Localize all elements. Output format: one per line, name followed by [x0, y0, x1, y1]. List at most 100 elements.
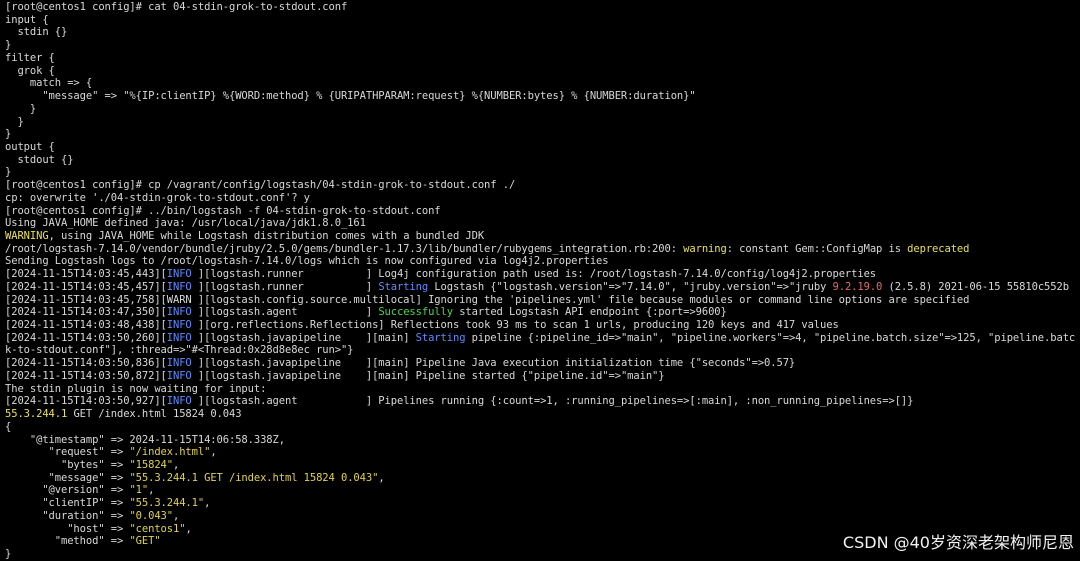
- terminal-text-segment: [root@centos1 config]# cat 04-stdin-grok…: [5, 1, 348, 13]
- terminal-text-segment: "1": [129, 484, 149, 497]
- terminal-text-segment: "duration" =>: [5, 509, 130, 522]
- terminal-text-segment: INFO: [166, 369, 192, 382]
- terminal-text-segment: Sending Logstash logs to /root/logstash-…: [5, 255, 609, 268]
- terminal-line: "clientIP" => "55.3.244.1",: [5, 497, 210, 510]
- terminal-line: [2024-11-15T14:03:47,350][INFO ][logstas…: [5, 306, 727, 319]
- terminal-text-segment: [2024-11-15T14:03:50,260][: [5, 331, 167, 344]
- terminal-text-segment: "host" =>: [5, 522, 130, 535]
- terminal-text-segment: ,: [185, 522, 192, 535]
- terminal-line: [root@centos1 config]# cat 04-stdin-grok…: [5, 1, 347, 14]
- terminal-text-segment: 55.3.244.1: [5, 408, 68, 420]
- terminal-text-segment: "GET": [129, 535, 161, 548]
- terminal-text-segment: GET /index.html 15824 0.043: [67, 408, 242, 420]
- terminal-text-segment: (2.5.8) 2021-06-15 55810c552b: [882, 280, 1070, 293]
- terminal-line: grok {: [5, 64, 55, 78]
- terminal-text-segment: filter {: [5, 51, 55, 64]
- terminal-text-segment: ][logstash.runner ]: [191, 280, 379, 293]
- terminal-text-segment: The stdin plugin is now waiting for inpu…: [5, 382, 267, 395]
- terminal-text-segment: INFO: [166, 280, 192, 293]
- terminal-line: [2024-11-15T14:03:50,836][INFO ][logstas…: [5, 357, 795, 370]
- terminal-line: [2024-11-15T14:03:45,443][INFO ][logstas…: [5, 268, 876, 281]
- terminal-line: cp: overwrite './04-stdin-grok-to-stdout…: [5, 192, 310, 205]
- terminal-text-segment: cp: overwrite './04-stdin-grok-to-stdout…: [5, 191, 310, 204]
- terminal-text-segment: INFO: [166, 306, 192, 319]
- terminal-line: }: [5, 128, 11, 141]
- terminal-text-segment: "55.3.244.1": [129, 497, 205, 510]
- terminal-text-segment: input {: [5, 13, 49, 26]
- terminal-text-segment: stdin {}: [5, 26, 68, 39]
- terminal-line: [2024-11-15T14:03:50,927][INFO ][logstas…: [5, 395, 913, 408]
- terminal-text-segment: "@version" =>: [5, 484, 130, 497]
- terminal-text-segment: "bytes" =>: [5, 458, 130, 471]
- terminal-text-segment: : constant Gem::ConfigMap is: [726, 242, 908, 255]
- terminal-text-segment: pipeline {:pipeline_id=>"main", "pipelin…: [465, 331, 1076, 344]
- terminal-line: "request" => "/index.html",: [5, 446, 217, 459]
- terminal-line: /root/logstash-7.14.0/vendor/bundle/jrub…: [5, 243, 969, 256]
- terminal-text-segment: [2024-11-15T14:03:50,927][: [5, 395, 167, 408]
- terminal-line: 55.3.244.1 GET /index.html 15824 0.043: [5, 408, 242, 421]
- csdn-watermark: CSDN @40岁资深老架构师尼恩: [842, 533, 1074, 552]
- terminal-text-segment: "message" =>: [5, 471, 130, 484]
- terminal-text-segment: "55.3.244.1 GET /index.html 15824 0.043": [129, 471, 379, 484]
- terminal-line: }: [5, 116, 23, 129]
- terminal-text-segment: INFO: [166, 268, 192, 281]
- terminal-line: [2024-11-15T14:03:45,457][INFO ][logstas…: [5, 281, 1069, 294]
- terminal-text-segment: grok {: [5, 64, 55, 77]
- terminal-text-segment: }: [5, 166, 12, 179]
- terminal-text-segment: [2024-11-15T14:03:45,457][: [5, 280, 167, 293]
- terminal-text-segment: [root@centos1 config]# cp /vagrant/confi…: [5, 179, 516, 192]
- terminal-text-segment: ][org.reflections.Reflections] Reflectio…: [191, 319, 839, 331]
- terminal-text-segment: INFO: [166, 395, 192, 408]
- terminal-text-segment: INFO: [166, 357, 192, 370]
- terminal-line: }: [5, 166, 11, 179]
- terminal-text-segment: "/index.html": [129, 446, 211, 459]
- terminal-line: }: [5, 39, 11, 52]
- terminal-text-segment: ,: [148, 484, 155, 497]
- terminal-line: "bytes" => "15824",: [5, 459, 179, 472]
- terminal-text-segment: }: [5, 39, 12, 52]
- terminal-text-segment: {: [5, 420, 12, 433]
- terminal-text-segment: "message" => "%{IP:clientIP} %{WORD:meth…: [5, 90, 696, 102]
- terminal-text-segment: output {: [5, 140, 55, 153]
- terminal-text-segment: ,: [204, 497, 211, 510]
- terminal-line: "host" => "centos1",: [5, 523, 192, 536]
- terminal-output[interactable]: [root@centos1 config]# cat 04-stdin-grok…: [0, 0, 1080, 561]
- terminal-text-segment: [2024-11-15T14:03:47,350][: [5, 306, 167, 319]
- terminal-text-segment: ][logstash.javapipeline ][main]: [191, 331, 416, 344]
- terminal-text-segment: ,: [173, 458, 180, 471]
- terminal-text-segment: Using JAVA_HOME defined java: /usr/local…: [5, 217, 366, 230]
- terminal-text-segment: INFO: [166, 319, 192, 331]
- terminal-text-segment: }: [5, 128, 12, 141]
- terminal-line: match => {: [5, 77, 92, 90]
- terminal-text-segment: INFO: [166, 331, 192, 344]
- terminal-line: stdin {}: [5, 26, 67, 39]
- terminal-text-segment: started Logstash API endpoint {:port=>96…: [452, 306, 727, 319]
- terminal-line: "method" => "GET": [5, 535, 161, 548]
- terminal-text-segment: Logstash {"logstash.version"=>"7.14.0", …: [428, 280, 833, 293]
- terminal-text-segment: [2024-11-15T14:03:45,758][WARN ][logstas…: [5, 293, 970, 306]
- terminal-text-segment: "15824": [129, 458, 173, 471]
- terminal-line: "duration" => "0.043",: [5, 510, 179, 523]
- terminal-line: {: [5, 421, 11, 434]
- terminal-text-segment: match => {: [5, 77, 93, 90]
- terminal-text-segment: [2024-11-15T14:03:48,438][: [5, 319, 167, 331]
- terminal-line: "@version" => "1",: [5, 484, 154, 497]
- terminal-text-segment: Successfully: [378, 306, 453, 319]
- terminal-text-segment: 9.2.19.0: [832, 280, 883, 293]
- terminal-text-segment: , using JAVA_HOME while Logstash distrib…: [48, 230, 485, 242]
- terminal-line: input {: [5, 14, 49, 27]
- terminal-line: "message" => "%{IP:clientIP} %{WORD:meth…: [5, 90, 696, 103]
- terminal-text-segment: ][logstash.javapipeline ][main] Pipeline…: [191, 369, 665, 382]
- terminal-text-segment: ][logstash.javapipeline ][main] Pipeline…: [191, 357, 796, 370]
- terminal-text-segment: ,: [210, 446, 217, 459]
- terminal-text-segment: ,: [378, 471, 385, 484]
- terminal-text-segment: deprecated: [907, 242, 970, 255]
- terminal-line: "message" => "55.3.244.1 GET /index.html…: [5, 472, 385, 485]
- terminal-line: [2024-11-15T14:03:45,758][WARN ][logstas…: [5, 294, 969, 307]
- terminal-text-segment: "method" =>: [5, 535, 130, 548]
- terminal-line: The stdin plugin is now waiting for inpu…: [5, 383, 266, 396]
- terminal-line: [2024-11-15T14:03:50,260][INFO ][logstas…: [5, 332, 1075, 345]
- terminal-line: "@timestamp" => 2024-11-15T14:06:58.338Z…: [5, 434, 285, 447]
- terminal-text-segment: ,: [173, 509, 180, 522]
- terminal-text-segment: }: [5, 102, 37, 115]
